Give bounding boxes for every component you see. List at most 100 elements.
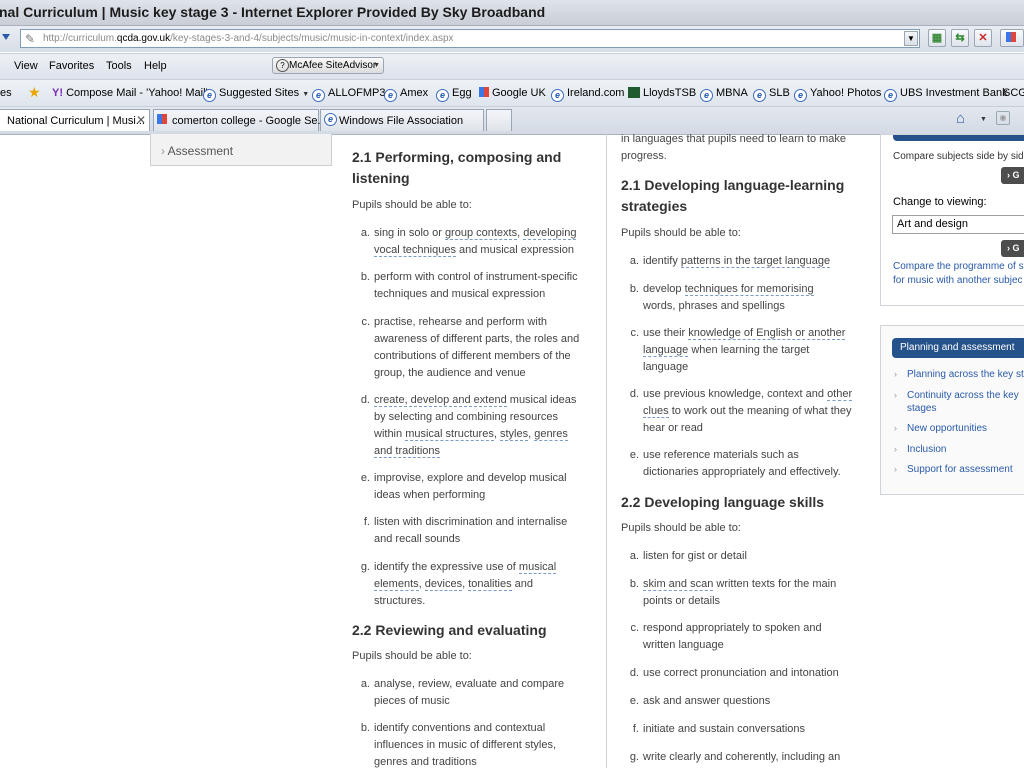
compare-subjects-panel: Compare subjects side by sid › G Change … xyxy=(880,134,1024,306)
new-tab-button[interactable] xyxy=(486,109,512,131)
fav-suggested-sites[interactable]: e Suggested Sites ▼ xyxy=(203,87,309,102)
ie-icon: e xyxy=(436,89,449,102)
heading-language-skills: 2.2 Developing language skills xyxy=(621,494,825,510)
menu-help[interactable]: Help xyxy=(144,60,167,72)
intro-text: Pupils should be able to: xyxy=(621,522,741,534)
nav-item-assessment[interactable]: › Assessment xyxy=(161,144,233,158)
link-other[interactable]: other xyxy=(827,388,853,401)
address-toolbar: ✎ http://curriculum.qcda.gov.uk/key-stag… xyxy=(0,26,1024,52)
go-button[interactable]: › G xyxy=(1001,167,1024,184)
heading-reviewing: 2.2 Reviewing and evaluating xyxy=(352,622,547,638)
chevron-right-icon: › xyxy=(894,444,897,454)
intro-text: Pupils should be able to: xyxy=(352,650,472,662)
mcafee-siteadvisor-button[interactable]: ? McAfee SiteAdvisor ▼ xyxy=(272,57,384,74)
fav-ireland[interactable]: e Ireland.com xyxy=(551,87,624,102)
compatibility-view-icon[interactable]: ▦ xyxy=(928,29,946,47)
link-elements[interactable]: elements xyxy=(374,578,419,591)
panel-header: Planning and assessment xyxy=(892,338,1024,358)
yahoo-icon: Y! xyxy=(52,87,63,99)
window-title: nal Curriculum | Music key stage 3 - Int… xyxy=(0,4,546,20)
fav-allofmp3[interactable]: e ALLOFMP3 xyxy=(312,87,385,102)
window-title-bar: nal Curriculum | Music key stage 3 - Int… xyxy=(0,0,1024,26)
go-button[interactable]: › G xyxy=(1001,240,1024,257)
fav-compose-mail[interactable]: Y! Compose Mail - 'Yahoo! Mail' xyxy=(52,87,208,99)
link-genres[interactable]: genres xyxy=(534,428,568,441)
fav-slb[interactable]: e SLB xyxy=(753,87,790,102)
link-tonalities[interactable]: tonalities xyxy=(468,578,512,591)
link-patterns-target-language[interactable]: patterns in the target language xyxy=(680,255,831,268)
link-skim-and-scan[interactable]: skim and scan xyxy=(643,578,714,591)
compare-programme-link[interactable]: Compare the programme of st for music wit… xyxy=(893,260,1024,288)
heading-performing: 2.1 Performing, composing and listening xyxy=(352,149,562,186)
compare-label: Compare subjects side by sid xyxy=(893,151,1024,162)
link-styles[interactable]: styles xyxy=(499,428,529,441)
fav-amex[interactable]: e Amex xyxy=(384,87,428,102)
fav-egg[interactable]: e Egg xyxy=(436,87,472,102)
link-clues[interactable]: clues xyxy=(643,405,669,418)
chevron-right-icon: › xyxy=(894,390,897,400)
intro-text: Pupils should be able to: xyxy=(352,199,472,211)
ie-icon: e xyxy=(203,89,216,102)
lloyds-icon xyxy=(628,87,640,98)
heading-language-strategies: 2.1 Developing language-learning strateg… xyxy=(621,177,845,214)
intro-text: Pupils should be able to: xyxy=(621,227,741,239)
menu-bar: View Favorites Tools Help ? McAfee SiteA… xyxy=(0,53,1024,79)
link-developing[interactable]: developing xyxy=(523,227,577,240)
link-knowledge-english[interactable]: knowledge of English or another xyxy=(688,327,846,340)
link-group-contexts[interactable]: group contexts xyxy=(444,227,518,240)
favorites-label[interactable]: es xyxy=(0,87,12,99)
home-dropdown-icon[interactable]: ▼ xyxy=(980,116,987,123)
menu-view[interactable]: View xyxy=(14,60,38,72)
page-icon: ✎ xyxy=(25,32,36,46)
menu-favorites[interactable]: Favorites xyxy=(49,60,94,72)
planning-assessment-panel: Planning and assessment › Planning across… xyxy=(880,325,1024,495)
ie-icon: e xyxy=(794,89,807,102)
tab-bar: National Curriculum | Musi... ✕ comerton… xyxy=(0,106,1024,135)
stop-icon[interactable]: ✕ xyxy=(974,29,992,47)
link-devices[interactable]: devices xyxy=(424,578,463,591)
question-icon: ? xyxy=(276,59,289,72)
fav-lloydstsb[interactable]: LloydsTSB xyxy=(628,87,696,99)
recent-pages-chevron-icon[interactable] xyxy=(2,34,10,40)
ie-icon: e xyxy=(384,89,397,102)
google-icon xyxy=(157,114,167,124)
change-viewing-label: Change to viewing: xyxy=(893,196,987,208)
partial-text: in languages that pupils need to learn t… xyxy=(621,133,847,145)
refresh-icon[interactable]: ⇆ xyxy=(951,29,969,47)
chevron-down-icon: ▼ xyxy=(373,62,380,69)
link-create-develop-extend[interactable]: create, develop and extend xyxy=(374,394,507,407)
link-language[interactable]: language xyxy=(643,344,689,357)
chevron-down-icon: ▼ xyxy=(302,91,310,98)
ie-icon: e xyxy=(551,89,564,102)
favorites-bar: es ★ Y! Compose Mail - 'Yahoo! Mail' e Su… xyxy=(0,79,1024,106)
chevron-right-icon: › xyxy=(161,144,168,158)
link-and-traditions[interactable]: and traditions xyxy=(374,445,441,458)
subject-select[interactable]: Art and design xyxy=(892,215,1024,234)
column-divider xyxy=(606,134,607,768)
feeds-icon[interactable]: ◉ xyxy=(996,111,1010,125)
fav-ubs[interactable]: e UBS Investment Bank xyxy=(884,87,1008,102)
tab-national-curriculum[interactable]: National Curriculum | Musi... ✕ xyxy=(0,109,150,131)
ie-icon: e xyxy=(700,89,713,102)
tab-comerton-college[interactable]: comerton college - Google Se... xyxy=(153,109,327,131)
tab-windows-file-association[interactable]: e Windows File Association xyxy=(320,109,484,131)
ie-icon: e xyxy=(312,89,325,102)
address-dropdown-button[interactable]: ▼ xyxy=(904,31,918,46)
ie-icon: e xyxy=(753,89,766,102)
google-search-icon[interactable] xyxy=(1000,29,1024,47)
link-musical[interactable]: musical xyxy=(518,561,557,574)
panel-header-bar xyxy=(893,135,1024,141)
link-musical-structures[interactable]: musical structures xyxy=(405,428,494,441)
close-tab-icon[interactable]: ✕ xyxy=(136,113,146,127)
fav-mbna[interactable]: e MBNA xyxy=(700,87,748,102)
add-favorites-star-icon[interactable]: ★ xyxy=(28,84,41,101)
fav-google-uk[interactable]: Google UK xyxy=(479,87,546,99)
fav-scg[interactable]: SCG xyxy=(1003,87,1024,99)
link-vocal-techniques[interactable]: vocal techniques xyxy=(374,244,456,257)
address-field[interactable]: ✎ http://curriculum.qcda.gov.uk/key-stag… xyxy=(20,29,920,48)
home-icon[interactable]: ⌂ xyxy=(956,110,965,127)
google-icon xyxy=(479,87,489,97)
menu-tools[interactable]: Tools xyxy=(106,60,132,72)
fav-yahoo-photos[interactable]: e Yahoo! Photos xyxy=(794,87,881,102)
link-techniques-memorising[interactable]: techniques for memorising xyxy=(684,283,814,296)
